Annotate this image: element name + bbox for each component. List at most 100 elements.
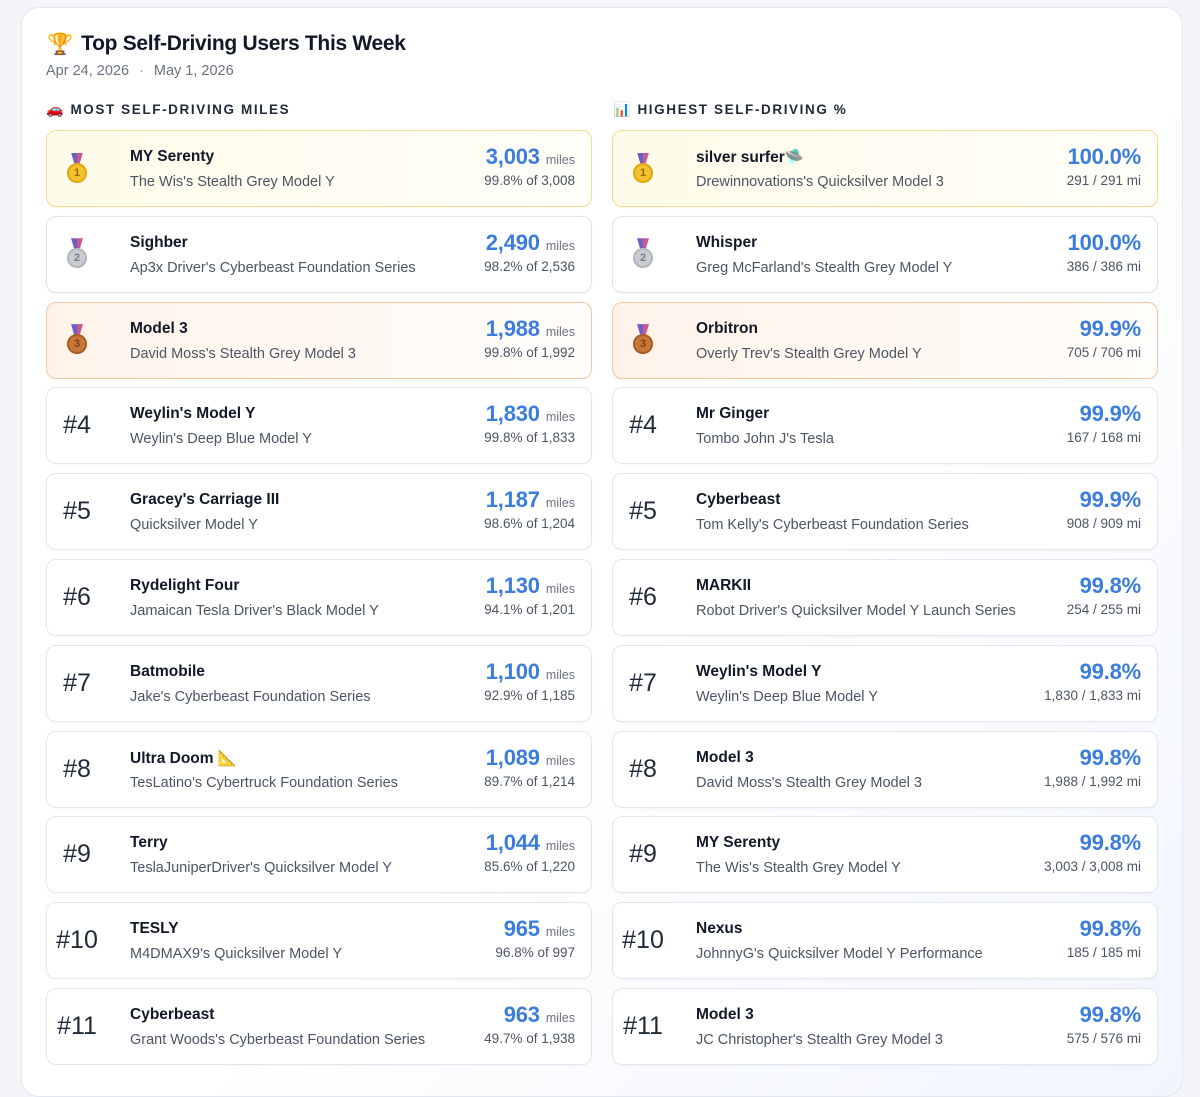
percent-value: 99.9%	[1079, 487, 1142, 513]
vehicle-name: MY Serenty	[696, 834, 781, 852]
owner-vehicle: M4DMAX9's Quicksilver Model Y	[130, 946, 343, 963]
leaderboard-row[interactable]: #6 Rydelight Four Jamaican Tesla Driver's …	[46, 558, 592, 636]
miles-value: 963	[503, 1001, 540, 1027]
leaderboard-row[interactable]: 3 Model 3 David Moss's Stealth Grey Model …	[46, 301, 592, 379]
owner-vehicle: Overly Trev's Stealth Grey Model Y	[696, 345, 922, 362]
rank-number: #9	[629, 840, 657, 869]
miles-unit: miles	[545, 925, 575, 940]
metric-block: 1,044 miles 85.6% of 1,220	[484, 830, 575, 874]
rank-badge: #10	[613, 903, 673, 978]
leaderboard-row[interactable]: #4 Weylin's Model Y Weylin's Deep Blue Mod…	[46, 387, 592, 465]
rank-number: #10	[622, 926, 664, 955]
leaderboard-row[interactable]: #9 MY Serenty The Wis's Stealth Grey Model…	[612, 816, 1158, 894]
rank-badge: #7	[47, 646, 107, 721]
section-title-percent: HIGHEST SELF-DRIVING %	[637, 102, 848, 117]
owner-vehicle: David Moss's Stealth Grey Model 3	[130, 345, 356, 362]
miles-value: 1,100	[485, 658, 540, 684]
leaderboard-row[interactable]: 2 Whisper Greg McFarland's Stealth Grey Mo…	[612, 215, 1158, 293]
leaderboard-row[interactable]: #4 Mr Ginger Tombo John J's Tesla 99.9% 167 …	[612, 387, 1158, 465]
leaderboard-row[interactable]: #8 Ultra Doom 📐 TesLatino's Cybertruck Fou…	[46, 730, 592, 808]
owner-vehicle: TeslaJuniperDriver's Quicksilver Model Y	[130, 860, 392, 877]
miles-unit: miles	[545, 410, 575, 425]
leaderboard-row[interactable]: #11 Cyberbeast Grant Woods's Cyberbeast Fo…	[46, 987, 592, 1065]
bronze-medal-icon: 3	[66, 324, 88, 358]
leaderboard-row[interactable]: #9 Terry TeslaJuniperDriver's Quicksilver …	[46, 816, 592, 894]
owner-vehicle: TesLatino's Cybertruck Foundation Series	[130, 774, 398, 791]
metric-top: 1,830 miles	[484, 401, 575, 427]
date-end: May 1, 2026	[153, 63, 234, 79]
metric-block: 99.9% 705 / 706 mi	[1067, 316, 1141, 360]
metric-block: 963 miles 49.7% of 1,938	[484, 1002, 575, 1046]
rank-number: #6	[63, 582, 91, 611]
metric-detail: 1,830 / 1,833 mi	[1044, 687, 1141, 703]
vehicle-name: TESLY	[130, 920, 179, 938]
rank-badge: 2	[47, 217, 107, 292]
metric-top: 2,490 miles	[484, 230, 575, 256]
rank-badge: #9	[613, 817, 673, 892]
metric-detail: 89.7% of 1,214	[484, 773, 575, 789]
rank-badge: #6	[47, 560, 107, 635]
metric-block: 100.0% 386 / 386 mi	[1067, 230, 1141, 274]
gold-medal-icon: 1	[632, 152, 654, 187]
medal-number: 2	[633, 248, 653, 269]
leaderboard-row[interactable]: 2 Sighber Ap3x Driver's Cyberbeast Foundat…	[46, 215, 592, 293]
title-row: 🏆 Top Self-Driving Users This Week	[47, 32, 406, 56]
leaderboard-row[interactable]: #6 MARKII Robot Driver's Quicksilver Model…	[612, 558, 1158, 636]
leaderboard-row[interactable]: #8 Model 3 David Moss's Stealth Grey Model…	[612, 730, 1158, 808]
leaderboard-row[interactable]: #10 TESLY M4DMAX9's Quicksilver Model Y 965…	[46, 902, 592, 980]
owner-vehicle: Drewinnovations's Quicksilver Model 3	[696, 174, 944, 190]
metric-detail: 575 / 576 mi	[1066, 1030, 1141, 1046]
leaderboard-row[interactable]: #5 Cyberbeast Tom Kelly's Cyberbeast Found…	[612, 473, 1158, 551]
leaderboard-row[interactable]: #10 Nexus JohnnyG's Quicksilver Model Y Pe…	[612, 902, 1158, 980]
metric-top: 1,988 miles	[484, 316, 575, 342]
section-heading-miles: 🚗 MOST SELF-DRIVING MILES	[46, 101, 290, 118]
rank-badge: 3	[47, 303, 107, 378]
rank-badge: #4	[47, 388, 107, 463]
medal-number: 3	[67, 334, 87, 355]
leaderboard-row[interactable]: 1 silver surfer🛸 Drewinnovations's Quicksi…	[612, 130, 1158, 207]
vehicle-name: Whisper	[696, 233, 758, 251]
medal-number: 1	[67, 162, 87, 183]
percent-value: 100.0%	[1067, 229, 1142, 255]
rank-number: #7	[63, 668, 91, 697]
percent-value: 99.9%	[1079, 401, 1142, 427]
leaderboard-row[interactable]: #7 Batmobile Jake's Cyberbeast Foundation …	[46, 644, 592, 722]
rank-number: #7	[629, 668, 657, 697]
vehicle-name: Nexus	[696, 920, 743, 938]
rank-badge: 2	[613, 217, 673, 292]
rank-number: #4	[63, 411, 91, 440]
percent-value: 99.8%	[1079, 658, 1142, 684]
miles-unit: miles	[545, 153, 575, 167]
vehicle-name: Model 3	[130, 319, 188, 337]
owner-vehicle: The Wis's Stealth Grey Model Y	[130, 174, 335, 190]
leaderboard-row[interactable]: 1 MY Serenty The Wis's Stealth Grey Model …	[46, 130, 592, 207]
metric-block: 1,988 miles 99.8% of 1,992	[484, 316, 575, 360]
bronze-medal-icon: 3	[632, 324, 654, 358]
metric-detail: 98.2% of 2,536	[484, 258, 575, 274]
metric-top: 1,044 miles	[484, 830, 575, 856]
leaderboard-row[interactable]: #11 Model 3 JC Christopher's Stealth Grey …	[612, 987, 1158, 1065]
owner-vehicle: Tombo John J's Tesla	[696, 431, 834, 448]
leaderboard-row[interactable]: #5 Gracey's Carriage III Quicksilver Model…	[46, 473, 592, 551]
rank-number: #11	[57, 1011, 97, 1040]
metric-top: 99.9%	[1067, 316, 1142, 342]
rank-badge: 3	[613, 303, 673, 378]
date-separator: ·	[139, 63, 144, 79]
miles-unit: miles	[545, 839, 575, 854]
percent-value: 99.8%	[1079, 1001, 1142, 1027]
miles-value: 3,003	[485, 144, 540, 169]
rank-badge: #5	[613, 474, 673, 549]
metric-detail: 291 / 291 mi	[1066, 173, 1141, 188]
owner-vehicle: JC Christopher's Stealth Grey Model 3	[696, 1031, 943, 1048]
vehicle-name: silver surfer🛸	[696, 149, 805, 166]
leaderboard-row[interactable]: 3 Orbitron Overly Trev's Stealth Grey Mode…	[612, 301, 1158, 379]
metric-detail: 99.8% of 1,833	[484, 430, 575, 446]
metric-top: 99.8%	[1044, 745, 1142, 771]
miles-value: 1,130	[485, 572, 540, 598]
page-title: Top Self-Driving Users This Week	[81, 32, 406, 55]
metric-block: 99.8% 575 / 576 mi	[1067, 1002, 1141, 1046]
miles-value: 1,988	[485, 315, 540, 341]
metric-detail: 98.6% of 1,204	[484, 516, 575, 532]
leaderboard-row[interactable]: #7 Weylin's Model Y Weylin's Deep Blue Mod…	[612, 644, 1158, 722]
vehicle-name: Ultra Doom 📐	[130, 749, 238, 767]
